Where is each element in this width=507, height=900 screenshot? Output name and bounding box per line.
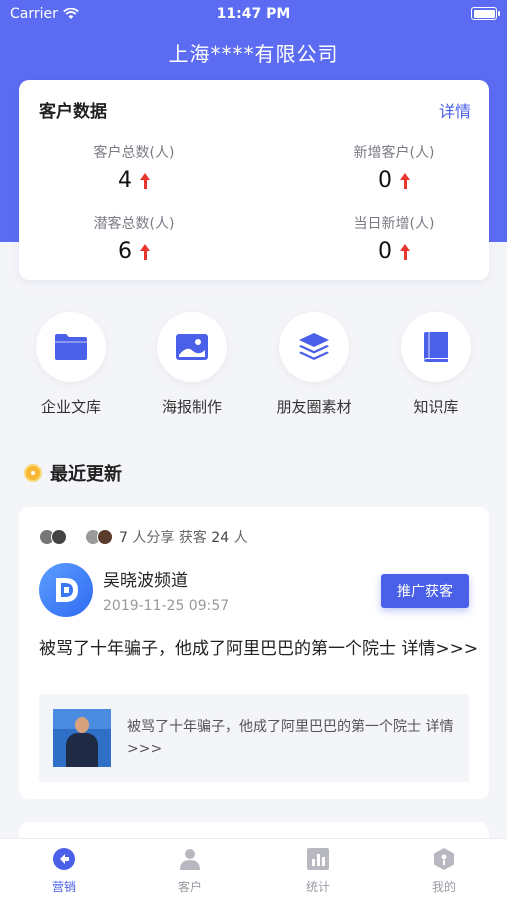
folder-icon: [55, 334, 87, 360]
preview-text: 被骂了十年骗子，他成了阿里巴巴的第一个院士 详情>>>: [127, 719, 454, 757]
stat-value: 0: [378, 168, 392, 193]
share-text: 人分享 获客: [132, 530, 207, 546]
tab-label: 统计: [305, 880, 330, 894]
section-title: 最近更新: [50, 464, 122, 485]
stat-value: 4: [118, 168, 132, 193]
sharer-avatars: [39, 529, 67, 545]
stat-value: 0: [378, 239, 392, 264]
customer-icon: [180, 849, 200, 870]
profile-icon: [434, 848, 454, 870]
shortcut-poster-maker[interactable]: 海报制作: [142, 312, 242, 417]
customer-data-card: 客户数据 详情 客户总数(人) 4 新增客户(人) 0 潜客总数(人) 6 当日…: [19, 80, 489, 280]
tab-customer[interactable]: 客户: [150, 847, 230, 895]
arrow-up-icon: [400, 243, 410, 260]
card-title: 客户数据: [39, 102, 107, 122]
shortcut-label: 企业文库: [40, 398, 101, 416]
channel-logo-icon: [56, 578, 78, 602]
shortcut-label: 知识库: [413, 398, 459, 416]
stat-value: 6: [118, 239, 132, 264]
stat-new-customers[interactable]: 新增客户(人) 0: [314, 142, 474, 193]
battery-icon: [471, 7, 500, 20]
tab-bar: 营销 客户 统计 我的: [0, 838, 507, 900]
customer-avatars: [85, 529, 113, 545]
shortcut-label: 海报制作: [161, 398, 222, 416]
tab-stats[interactable]: 统计: [278, 847, 358, 895]
article-thumbnail: [53, 709, 111, 767]
page-title: 上海****有限公司: [168, 42, 339, 66]
feed-card[interactable]: 7 人分享 获客 24 人 吴晓波频道 2019-11-25 09:57 推广获…: [19, 507, 489, 799]
article-title[interactable]: 被骂了十年骗子，他成了阿里巴巴的第一个院士 详情>>>: [39, 635, 479, 663]
stat-label: 潜客总数(人): [93, 216, 175, 232]
shortcut-enterprise-library[interactable]: 企业文库: [21, 312, 121, 417]
avatar: [51, 529, 67, 545]
shortcut-knowledge-base[interactable]: 知识库: [386, 312, 486, 417]
share-count: 7: [119, 530, 128, 546]
stat-daily-new[interactable]: 当日新增(人) 0: [314, 213, 474, 264]
shortcut-grid: 企业文库 海报制作 朋友圈素材 知识库: [0, 312, 507, 422]
arrow-up-icon: [140, 172, 150, 189]
stat-total-prospects[interactable]: 潜客总数(人) 6: [54, 213, 214, 264]
stat-total-customers[interactable]: 客户总数(人) 4: [54, 142, 214, 193]
stats-icon: [307, 848, 329, 870]
shortcut-moments-material[interactable]: 朋友圈素材: [264, 312, 364, 417]
channel-time: 2019-11-25 09:57: [103, 598, 230, 614]
detail-link[interactable]: 详情: [439, 98, 471, 122]
clock-icon: [24, 464, 42, 482]
image-icon: [176, 334, 208, 360]
tab-label: 客户: [177, 880, 202, 894]
share-stats: 7 人分享 获客 24 人: [39, 527, 248, 547]
marketing-icon: [53, 848, 75, 870]
layers-icon: [299, 333, 329, 360]
arrow-up-icon: [140, 243, 150, 260]
tab-label: 我的: [431, 880, 456, 894]
tab-profile[interactable]: 我的: [404, 847, 484, 895]
book-icon: [424, 332, 448, 362]
article-preview[interactable]: 被骂了十年骗子，他成了阿里巴巴的第一个院士 详情>>>: [39, 694, 469, 782]
promote-button[interactable]: 推广获客: [381, 574, 469, 608]
shortcut-label: 朋友圈素材: [276, 398, 352, 416]
tab-marketing[interactable]: 营销: [24, 847, 104, 895]
avatar: [97, 529, 113, 545]
status-bar: Carrier 11:47 PM: [0, 0, 507, 28]
stat-label: 客户总数(人): [93, 145, 175, 161]
channel-name[interactable]: 吴晓波频道: [103, 566, 188, 591]
channel-logo[interactable]: [39, 563, 93, 617]
stat-label: 新增客户(人): [353, 145, 435, 161]
stat-label: 当日新增(人): [353, 216, 435, 232]
tab-label: 营销: [51, 880, 76, 894]
recent-updates-header: 最近更新: [24, 460, 122, 486]
gain-count: 24: [211, 530, 230, 546]
status-time: 11:47 PM: [216, 6, 291, 22]
arrow-up-icon: [400, 172, 410, 189]
share-unit: 人: [233, 530, 248, 546]
